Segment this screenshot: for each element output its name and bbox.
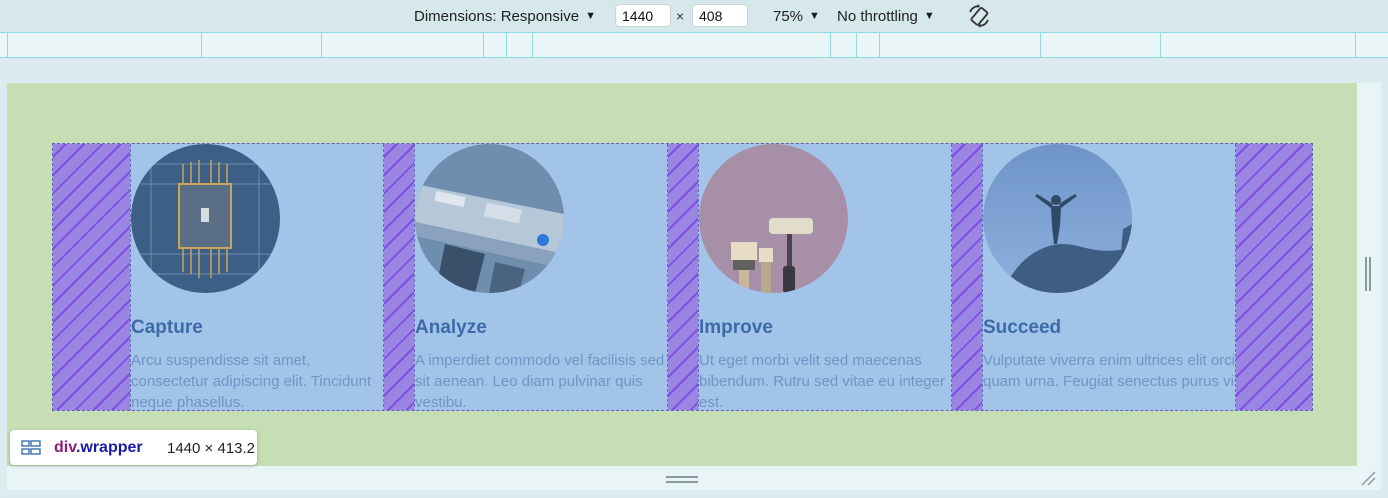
feature-card: Improve Ut eget morbi velit sed maecenas… <box>698 144 952 411</box>
chevron-down-icon: ▼ <box>809 10 820 22</box>
grid-gap-overlay <box>952 144 983 410</box>
width-input[interactable] <box>615 4 671 27</box>
dimension-separator: × <box>676 8 685 24</box>
ruler-tick <box>879 33 880 57</box>
desk-workspace-image <box>415 144 564 293</box>
card-title: Capture <box>131 317 203 338</box>
ruler-tick <box>201 33 202 57</box>
tooltip-tag: div <box>54 439 76 456</box>
paint-tools-image <box>699 144 848 293</box>
ruler-tick <box>7 33 8 57</box>
corner-resize-icon[interactable] <box>1360 470 1376 486</box>
zoom-dropdown[interactable]: 75% ▼ <box>773 0 820 32</box>
grid-layout-icon <box>21 440 41 455</box>
bottom-resize-handle[interactable] <box>666 476 698 483</box>
feature-card: Succeed Vulputate viverra enim ultrices … <box>982 144 1236 410</box>
circuit-board-image <box>131 144 280 293</box>
card-text: Vulputate viverra enim ultrices elit orc… <box>983 352 1236 390</box>
grid-gap-overlay <box>668 144 699 410</box>
ruler-tick <box>1040 33 1041 57</box>
ruler-tick <box>856 33 857 57</box>
feature-card: Capture Arcu suspendisse sit amet, conse… <box>130 144 384 411</box>
tooltip-size: 1440 × 413.2 <box>167 440 256 457</box>
person-on-summit-image <box>983 144 1132 293</box>
page-viewport: Capture Arcu suspendisse sit amet, conse… <box>7 83 1357 466</box>
grid-gap-overlay <box>1236 144 1312 410</box>
ruler-tick <box>483 33 484 57</box>
card-title: Succeed <box>983 317 1062 338</box>
card-title: Analyze <box>415 317 487 338</box>
card-text: Arcu suspendisse sit amet, consectetur a… <box>131 352 372 411</box>
wrapper-grid[interactable]: Capture Arcu suspendisse sit amet, conse… <box>52 143 1313 411</box>
ruler-tick <box>506 33 507 57</box>
ruler-tick <box>830 33 831 57</box>
ruler-tick <box>532 33 533 57</box>
device-toolbar: Dimensions: Responsive ▼ × 75% ▼ No thro… <box>0 0 1388 32</box>
zoom-label: 75% <box>773 7 804 25</box>
grid-gap-overlay <box>53 144 130 410</box>
element-tooltip: div.wrapper 1440 × 413.2 <box>10 430 257 465</box>
grid-gap-overlay <box>384 144 415 410</box>
dimensions-dropdown[interactable]: Dimensions: Responsive ▼ <box>414 0 596 32</box>
right-resize-handle[interactable] <box>1365 257 1371 291</box>
throttling-label: No throttling <box>837 7 918 25</box>
card-text: Ut eget morbi velit sed maecenas bibendu… <box>699 352 945 411</box>
card-text: A imperdiet commodo vel facilisis sed si… <box>415 352 665 411</box>
height-input[interactable] <box>692 4 748 27</box>
tooltip-class: .wrapper <box>75 439 143 456</box>
chevron-down-icon: ▼ <box>585 10 596 22</box>
media-query-ruler[interactable] <box>0 32 1388 58</box>
dimensions-label: Dimensions: Responsive <box>414 7 580 25</box>
tooltip-selector: div.wrapper <box>54 439 143 457</box>
rotate-icon[interactable] <box>966 3 992 29</box>
ruler-tick <box>321 33 322 57</box>
chevron-down-icon: ▼ <box>923 10 935 22</box>
feature-card: Analyze A imperdiet commodo vel facilisi… <box>414 144 668 411</box>
throttling-dropdown[interactable]: No throttling ▼ <box>837 0 935 32</box>
card-title: Improve <box>699 317 773 338</box>
ruler-tick <box>1355 33 1356 57</box>
ruler-tick <box>1160 33 1161 57</box>
